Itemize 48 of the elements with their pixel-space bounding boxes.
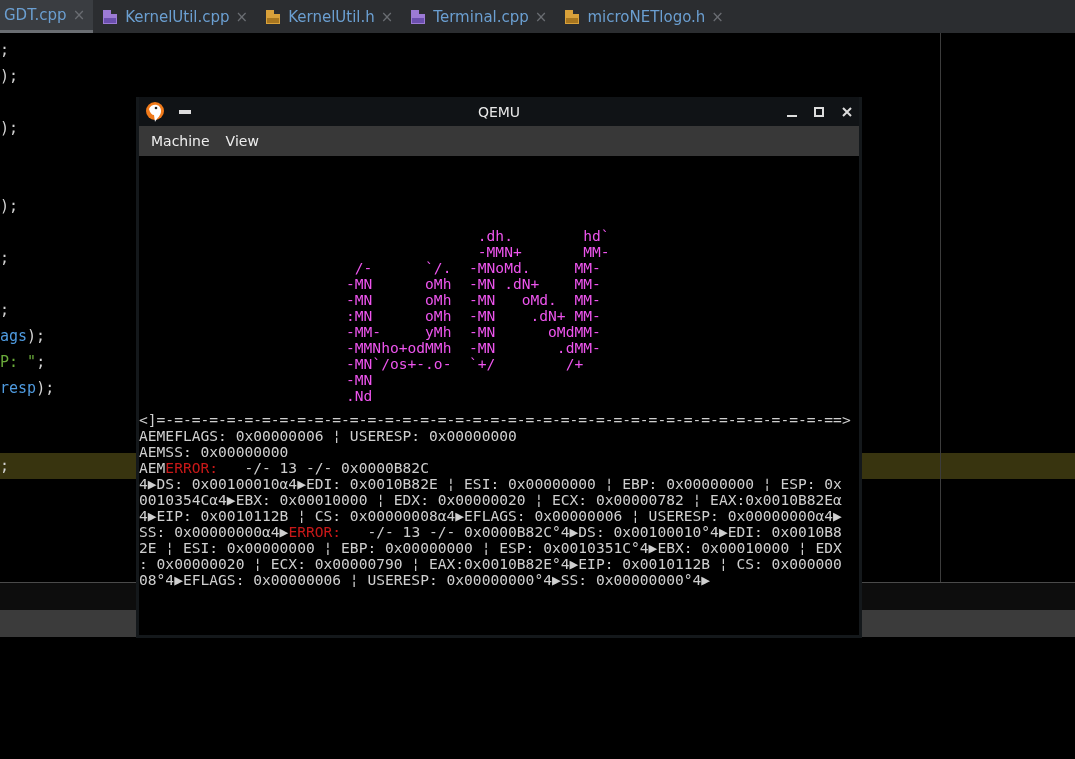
code-line: ;	[0, 301, 10, 319]
cpp-file-icon	[409, 7, 428, 26]
ascii-art-line: -MN`/os+-.o- `+/ /+	[346, 356, 584, 372]
ascii-art-line: -MM- yMh -MN oMdMM-	[346, 324, 601, 340]
ascii-art-line: -MN oMh -MN oMd. MM-	[346, 292, 601, 308]
console-line: 08°4▶EFLAGS: 0x00000006 ¦ USERESP: 0x00000000°4▶SS: 0x00000000°4▶	[139, 572, 711, 588]
maximize-icon[interactable]	[814, 106, 824, 117]
ascii-art-line: :MN oMh -MN .dN+ MM-	[346, 308, 601, 324]
code-line: P: ";	[0, 353, 46, 371]
close-icon[interactable]: ×	[534, 7, 548, 26]
ascii-art-line: -MMN+ MM-	[476, 244, 610, 260]
console-line: 4▶EIP: 0x0010112B ¦ CS: 0x00000008α4▶EFLAGS: 0x00000006 ¦ USERESP: 0x00000000α4▶	[139, 508, 842, 524]
close-icon[interactable]: ×	[235, 7, 249, 26]
code-line: ;	[0, 41, 10, 59]
code-line: ;	[0, 249, 10, 267]
menu-item[interactable]: View	[217, 129, 267, 153]
ascii-art-line: /- `/. -MNoMd. MM-	[353, 260, 601, 276]
ascii-art-line: -MN oMh -MN .dN+ MM-	[346, 276, 601, 292]
console-line: 4▶DS: 0x00100010α4▶EDI: 0x0010B82E ¦ ESI: 0x00000000 ¦ EBP: 0x00000000 ¦ ESP: 0x	[139, 476, 842, 492]
bird-logo-icon	[145, 100, 165, 123]
code-line: );	[0, 67, 19, 85]
console-line: AEMSS: 0x00000000	[139, 444, 289, 460]
menu-item[interactable]: Machine	[143, 129, 218, 153]
console-line: SS: 0x00000000α4▶ERROR: -/- 13 -/- 0x0000B82C°4▶DS: 0x00100010°4▶EDI: 0x0010B8	[139, 524, 842, 540]
ascii-art-line: -MN	[346, 372, 373, 388]
code-line: resp);	[0, 379, 55, 397]
file-tab[interactable]: GDT.cpp ×	[0, 0, 94, 33]
minimize-icon[interactable]	[179, 109, 191, 114]
code-line: );	[0, 197, 19, 215]
console-line: : 0x00000020 ¦ ECX: 0x00000790 ¦ EAX:0x0010B82E°4▶EIP: 0x0010112B ¦ CS: 0x000000	[139, 556, 842, 572]
ascii-art-line: .dh. hd`	[476, 228, 610, 244]
close-icon[interactable]	[842, 106, 852, 117]
console-line: <]=-=-=-=-=-=-=-=-=-=-=-=-=-=-=-=-=-=-=-=-=-=-=-=-=-=-=-=-=-=-=-=-=-=-=-=-=-=-==>	[139, 412, 851, 428]
code-line: ;	[0, 457, 10, 475]
cpp-file-icon	[101, 7, 120, 26]
console-line: AEMERROR: -/- 13 -/- 0x0000B82C	[139, 460, 429, 476]
console-line: 0010354Cα4▶EBX: 0x00010000 ¦ EDX: 0x00000020 ¦ ECX: 0x00000782 ¦ EAX:0x0010B82Eα	[139, 492, 842, 508]
close-icon[interactable]: ×	[380, 7, 394, 26]
header-file-icon	[563, 7, 582, 26]
ascii-art-line: -MMNho+odMMh -MN .dMM-	[346, 340, 601, 356]
code-line: ags);	[0, 327, 46, 345]
header-file-icon	[264, 7, 283, 26]
close-icon[interactable]: ×	[711, 7, 724, 26]
code-line: );	[0, 119, 19, 137]
window-title: QEMU	[477, 103, 521, 120]
console-line: AEMEFLAGS: 0x00000006 ¦ USERESP: 0x00000000	[139, 428, 517, 444]
console-line: 2E ¦ ESI: 0x00000000 ¦ EBP: 0x00000000 ¦ ESP: 0x0010351C°4▶EBX: 0x00010000 ¦ EDX	[139, 540, 842, 556]
ascii-art-line: .Nd	[346, 388, 373, 404]
